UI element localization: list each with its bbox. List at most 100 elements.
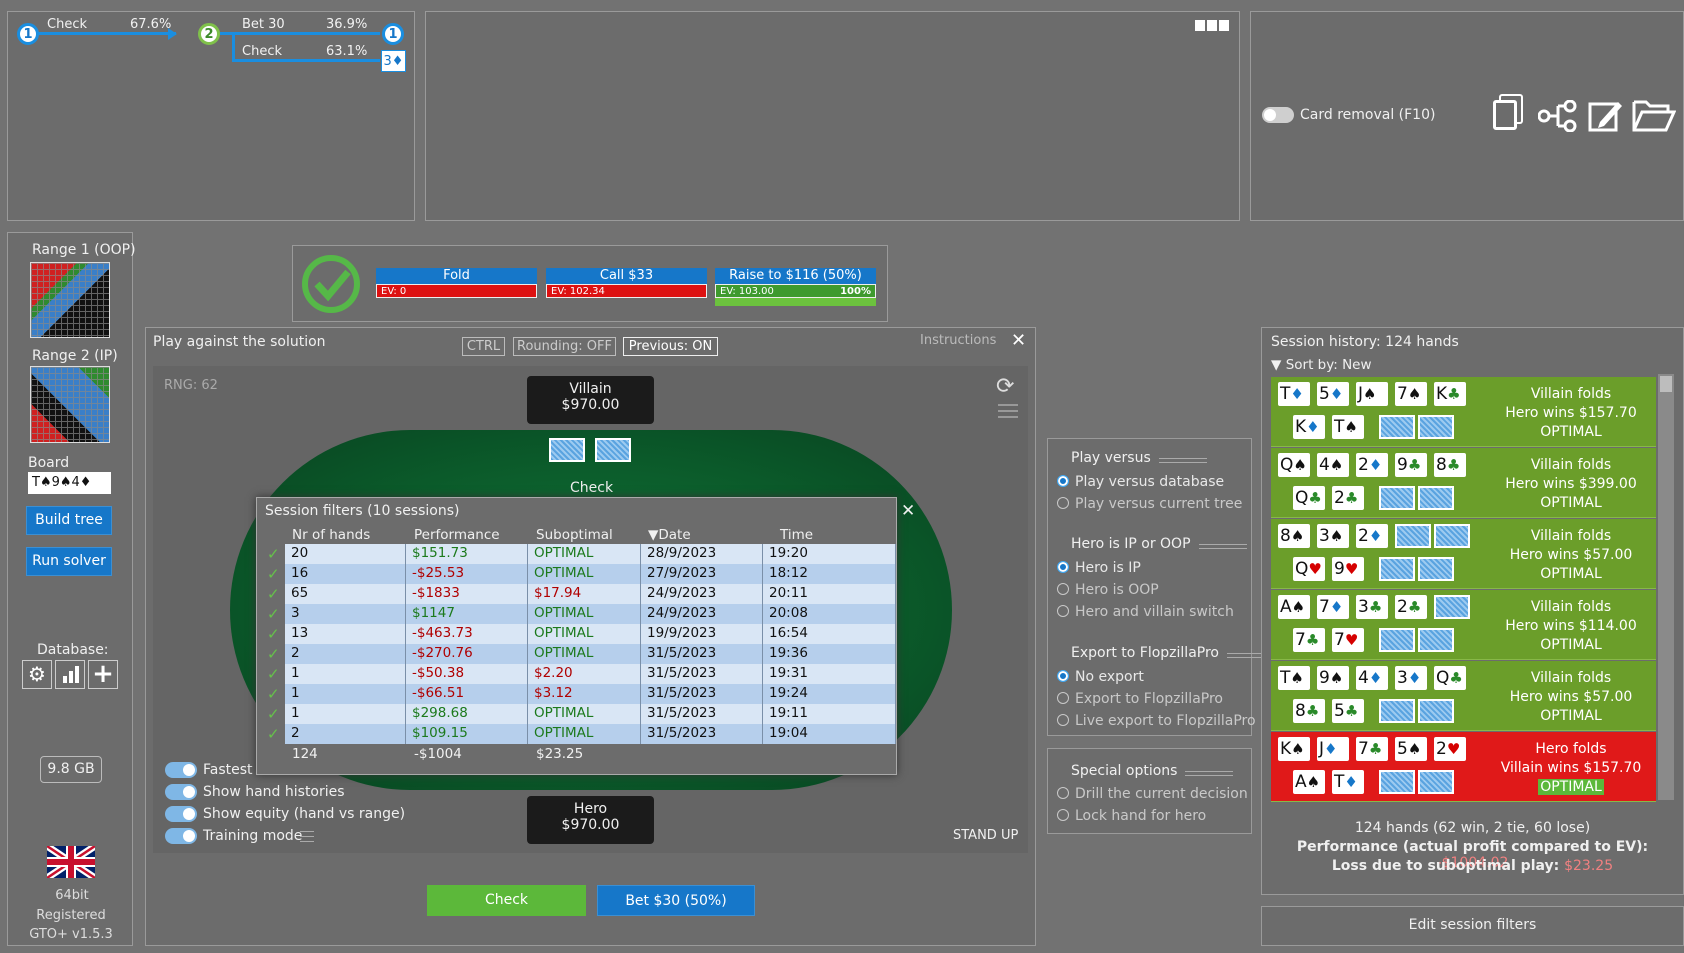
range2-grid[interactable] [30,366,110,443]
filter-check-icon[interactable]: ✓ [267,725,280,743]
hidden-card [1418,415,1454,439]
tree-check-pct: 67.6% [130,17,172,32]
live-export-radio[interactable]: Live export to FlopzillaPro [1057,713,1256,729]
rounding-button[interactable]: Rounding: OFF [513,337,616,356]
play-title: Play against the solution [153,334,326,350]
hero-ip-radio[interactable]: Hero is IP [1057,560,1141,576]
copy-icon[interactable] [1493,100,1517,130]
hidden-card [1418,557,1454,581]
uk-flag-icon[interactable] [47,846,95,878]
filter-check-icon[interactable]: ✓ [267,705,280,723]
col-suboptimal[interactable]: Suboptimal [536,527,613,543]
hand-histories-toggle[interactable] [165,784,197,800]
total-suboptimal: $23.25 [536,746,584,762]
table-row[interactable]: 16 -$25.53 OPTIMAL 27/9/2023 18:12 [285,564,896,584]
table-row[interactable]: 1 -$66.51 $3.12 31/5/2023 19:24 [285,684,896,704]
tree-card[interactable]: 3♦ [381,50,406,72]
history-scrollbar[interactable] [1658,374,1674,800]
filter-check-icon[interactable]: ✓ [267,645,280,663]
bar-chart-icon[interactable] [55,660,85,689]
instructions-link[interactable]: Instructions [920,333,996,348]
table-row[interactable]: 20 $151.73 OPTIMAL 28/9/2023 19:20 [285,544,896,564]
action-raise[interactable]: Raise to $116 (50%) EV: 103.00 100% [715,268,876,308]
history-amount: Hero wins $399.00 [1505,476,1637,492]
col-date[interactable]: ▼Date [648,527,691,543]
tree-node-3[interactable]: 1 [382,23,404,45]
refresh-icon[interactable]: ⟳ [996,374,1014,399]
tree-bet-label[interactable]: Bet 30 [242,17,285,32]
col-performance[interactable]: Performance [414,527,500,543]
folder-icon[interactable] [1632,98,1677,132]
history-hand[interactable]: 8♠ 3♠ 2♦ Q♥ 9♥ Villain folds Hero wins $57.00 O… [1271,519,1656,589]
filter-check-icon[interactable]: ✓ [267,625,280,643]
sort-dropdown[interactable]: ▼ Sort by: New [1271,357,1372,373]
history-hand[interactable]: Q♠ 4♠ 2♦ 9♣ 8♣ Q♣ 2♣ Villain folds Hero wins $39… [1271,448,1656,518]
drill-radio[interactable]: Drill the current decision [1057,786,1248,802]
filter-check-icon[interactable]: ✓ [267,685,280,703]
table-row[interactable]: 3 $1147 OPTIMAL 24/9/2023 20:08 [285,604,896,624]
table-row[interactable]: 1 -$50.38 $2.20 31/5/2023 19:31 [285,664,896,684]
action-fold[interactable]: Fold EV: 0 [376,268,537,300]
previous-button[interactable]: Previous: ON [623,337,718,356]
database-label: Database: [37,642,109,658]
table-row[interactable]: 13 -$463.73 OPTIMAL 19/9/2023 16:54 [285,624,896,644]
stand-up-button[interactable]: STAND UP [953,828,1018,843]
filters-close-icon[interactable]: ✕ [901,501,915,521]
bet-button[interactable]: Bet $30 (50%) [597,885,755,916]
equity-toggle[interactable] [165,806,197,822]
tree-check2-label[interactable]: Check [242,44,282,59]
close-icon[interactable]: ✕ [1011,330,1026,351]
history-hand[interactable]: K♠ J♦ 7♣ 5♠ 2♥ A♠ T♦ Hero folds Villain wins $15… [1271,732,1656,802]
ctrl-button[interactable]: CTRL [462,337,505,356]
board-card: 9♠ [1317,666,1349,690]
tree-check-label[interactable]: Check [47,17,87,32]
hole-card: Q♣ [1293,486,1325,510]
left-sidebar [7,232,133,946]
hero-switch-radio[interactable]: Hero and villain switch [1057,604,1234,620]
training-menu-icon[interactable] [300,831,314,842]
filter-check-icon[interactable]: ✓ [267,565,280,583]
filter-check-icon[interactable]: ✓ [267,545,280,563]
board-card: 5♦ [1317,382,1349,406]
fastest-toggle[interactable] [165,762,197,778]
play-versus-db-radio[interactable]: Play versus database [1057,474,1224,490]
history-hand[interactable]: A♠ 7♦ 3♣ 2♣ 7♣ 7♥ Villain folds Hero wins $114.… [1271,590,1656,660]
lock-radio[interactable]: Lock hand for hero [1057,808,1206,824]
tree-node-2[interactable]: 2 [198,23,220,45]
history-hand[interactable]: T♠ 9♠ 4♦ 3♦ Q♣ 8♣ 5♣ Villain folds Hero wins $57… [1271,661,1656,731]
tree-share-icon[interactable] [1537,99,1578,133]
plus-icon[interactable]: + [88,660,118,689]
export-fz-radio[interactable]: Export to FlopzillaPro [1057,691,1223,707]
history-hand[interactable]: T♦ 5♦ J♠ 7♠ K♣ K♦ T♠ Villain folds Hero wins $15… [1271,377,1656,447]
gear-icon[interactable]: ⚙ [22,660,52,689]
filter-check-icon[interactable]: ✓ [267,605,280,623]
hero-seat[interactable]: Hero $970.00 [527,796,654,844]
filter-check-icon[interactable]: ✓ [267,585,280,603]
no-export-radio[interactable]: No export [1057,669,1144,685]
filter-check-icon[interactable]: ✓ [267,665,280,683]
col-time[interactable]: Time [780,527,813,543]
board-input[interactable]: T♠9♠4♦ [28,472,111,494]
tree-node-1[interactable]: 1 [17,23,39,45]
table-row[interactable]: 1 $298.68 OPTIMAL 31/5/2023 19:11 [285,704,896,724]
villain-seat[interactable]: Villain $970.00 [527,376,654,424]
history-result: Hero folds [1535,741,1607,757]
table-row[interactable]: 65 -$1833 $17.94 24/9/2023 20:11 [285,584,896,604]
training-toggle[interactable] [165,828,197,844]
memory-badge: 9.8 GB [40,756,102,783]
edit-icon[interactable] [1588,98,1624,132]
col-hands[interactable]: Nr of hands [292,527,370,543]
menu-icon[interactable] [998,404,1018,418]
build-tree-button[interactable]: Build tree [26,506,112,535]
table-row[interactable]: 2 $109.15 OPTIMAL 31/5/2023 19:04 [285,724,896,744]
range1-grid[interactable] [30,262,110,338]
action-call[interactable]: Call $33 EV: 102.34 [546,268,707,300]
hero-oop-radio[interactable]: Hero is OOP [1057,582,1159,598]
layout-icon[interactable] [1195,20,1231,31]
run-solver-button[interactable]: Run solver [26,547,112,576]
table-row[interactable]: 2 -$270.76 OPTIMAL 31/5/2023 19:36 [285,644,896,664]
board-card: 9♣ [1395,453,1427,477]
card-removal-toggle[interactable] [1262,107,1294,123]
play-versus-tree-radio[interactable]: Play versus current tree [1057,496,1242,512]
check-button[interactable]: Check [427,885,586,916]
